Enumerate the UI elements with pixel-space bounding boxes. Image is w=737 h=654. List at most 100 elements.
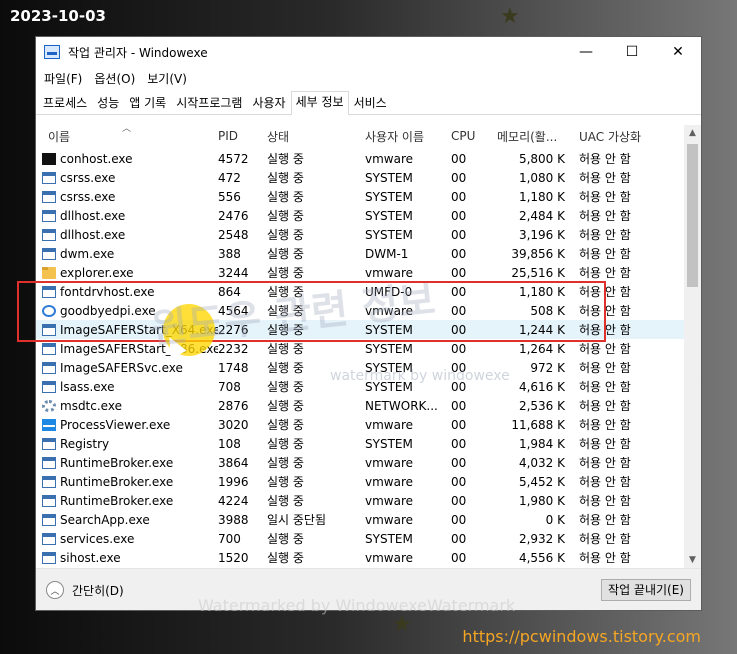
uac-cell: 허용 안 함: [579, 171, 631, 185]
tab-services[interactable]: 서비스: [349, 92, 392, 114]
uac-cell: 허용 안 함: [579, 228, 631, 242]
table-row[interactable]: RuntimeBroker.exe 4224 실행 중 vmware 00 1,980 K…: [36, 491, 684, 510]
table-row[interactable]: ImageSAFERSvc.exe 1748 실행 중 SYSTEM 00 972 K 허용…: [36, 358, 684, 377]
user-cell: SYSTEM: [365, 170, 413, 185]
column-header-cpu[interactable]: CPU: [451, 129, 491, 143]
process-name-cell: RuntimeBroker.exe: [36, 494, 218, 508]
table-row[interactable]: SearchApp.exe 3988 일시 중단됨 vmware 00 0 K 허용 안 함: [36, 510, 684, 529]
status-cell: 실행 중: [267, 228, 304, 242]
close-button[interactable]: ✕: [655, 37, 701, 67]
menu-options[interactable]: 옵션(O): [88, 70, 141, 87]
uac-cell: 허용 안 함: [579, 513, 631, 527]
table-row[interactable]: dwm.exe 388 실행 중 DWM-1 00 39,856 K 허용 안 함: [36, 244, 684, 263]
process-name-cell: fontdrvhost.exe: [36, 285, 218, 299]
table-row[interactable]: services.exe 700 실행 중 SYSTEM 00 2,932 K 허용 안 함: [36, 529, 684, 548]
table-row[interactable]: csrss.exe 556 실행 중 SYSTEM 00 1,180 K 허용 안 함: [36, 187, 684, 206]
memory-cell: 508 K: [530, 303, 565, 318]
tab-app-history[interactable]: 앱 기록: [124, 92, 171, 114]
status-cell: 실행 중: [267, 399, 304, 413]
user-cell: SYSTEM: [365, 189, 413, 204]
menu-view[interactable]: 보기(V): [141, 70, 193, 87]
memory-cell: 2,536 K: [518, 398, 565, 413]
status-cell: 실행 중: [267, 171, 304, 185]
tab-startup[interactable]: 시작프로그램: [171, 92, 247, 114]
table-row[interactable]: fontdrvhost.exe 864 실행 중 UMFD-0 00 1,180 K 허용 …: [36, 282, 684, 301]
menu-file[interactable]: 파일(F): [38, 70, 88, 87]
site-url: https://pcwindows.tistory.com: [462, 627, 701, 646]
tab-performance[interactable]: 성능: [92, 92, 124, 114]
table-row[interactable]: dllhost.exe 2548 실행 중 SYSTEM 00 3,196 K 허용 안 함: [36, 225, 684, 244]
tab-details[interactable]: 세부 정보: [290, 91, 349, 115]
uac-cell: 허용 안 함: [579, 456, 631, 470]
column-header-user[interactable]: 사용자 이름: [365, 128, 451, 145]
table-row[interactable]: RuntimeBroker.exe 1996 실행 중 vmware 00 5,452 K…: [36, 472, 684, 491]
scroll-thumb[interactable]: [687, 144, 698, 287]
table-row[interactable]: csrss.exe 472 실행 중 SYSTEM 00 1,080 K 허용 안 함: [36, 168, 684, 187]
pid-cell: 4572: [218, 151, 249, 166]
cpu-cell: 00: [451, 303, 467, 318]
process-name-cell: csrss.exe: [36, 190, 218, 204]
end-task-button[interactable]: 작업 끝내기(E): [601, 579, 691, 601]
pid-cell: 1520: [218, 550, 249, 565]
table-row[interactable]: ProcessViewer.exe 3020 실행 중 vmware 00 11,688 …: [36, 415, 684, 434]
tab-processes[interactable]: 프로세스: [38, 92, 92, 114]
maximize-button[interactable]: ☐: [609, 37, 655, 67]
scroll-down-icon[interactable]: ▼: [684, 552, 701, 569]
table-row[interactable]: conhost.exe 4572 실행 중 vmware 00 5,800 K 허용 안 함: [36, 149, 684, 168]
table-row[interactable]: sihost.exe 1520 실행 중 vmware 00 4,556 K 허용 안 함: [36, 548, 684, 567]
pid-cell: 2476: [218, 208, 249, 223]
tab-strip: 프로세스 성능 앱 기록 시작프로그램 사용자 세부 정보 서비스: [36, 89, 701, 115]
user-cell: SYSTEM: [365, 208, 413, 223]
table-row[interactable]: msdtc.exe 2876 실행 중 NETWORK... 00 2,536 K 허용 안…: [36, 396, 684, 415]
title-bar[interactable]: 작업 관리자 - Windowexe — ☐ ✕: [36, 37, 701, 67]
process-name-cell: lsass.exe: [36, 380, 218, 394]
process-name-cell: SearchApp.exe: [36, 513, 218, 527]
process-name-cell: explorer.exe: [36, 266, 218, 280]
table-row[interactable]: Registry 108 실행 중 SYSTEM 00 1,984 K 허용 안 함: [36, 434, 684, 453]
pid-cell: 1996: [218, 474, 249, 489]
pid-cell: 556: [218, 189, 241, 204]
column-header-uac[interactable]: UAC 가상화: [567, 128, 657, 145]
table-row[interactable]: dllhost.exe 2476 실행 중 SYSTEM 00 2,484 K 허용 안 함: [36, 206, 684, 225]
minimize-button[interactable]: —: [563, 37, 609, 67]
fewer-details-toggle[interactable]: ︿ 간단히(D): [46, 581, 124, 599]
status-cell: 실행 중: [267, 475, 304, 489]
table-row[interactable]: RuntimeBroker.exe 3864 실행 중 vmware 00 4,032 K…: [36, 453, 684, 472]
table-row[interactable]: ImageSAFERStart_X64.exe 2276 실행 중 SYSTEM 00 1…: [36, 320, 684, 339]
process-name: sihost.exe: [60, 550, 121, 565]
window-icon: [42, 228, 56, 241]
table-row[interactable]: lsass.exe 708 실행 중 SYSTEM 00 4,616 K 허용 안 함: [36, 377, 684, 396]
process-name-cell: sihost.exe: [36, 551, 218, 565]
scroll-up-icon[interactable]: ▲: [684, 125, 701, 142]
table-row[interactable]: explorer.exe 3244 실행 중 vmware 00 25,516 K 허용 안…: [36, 263, 684, 282]
cpu-cell: 00: [451, 398, 467, 413]
pid-cell: 3988: [218, 512, 249, 527]
table-row[interactable]: goodbyedpi.exe 4564 실행 중 vmware 00 508 K 허용 안 …: [36, 301, 684, 320]
star-decoration: ★: [392, 612, 412, 637]
process-name: dwm.exe: [60, 246, 115, 261]
pid-cell: 4224: [218, 493, 249, 508]
column-header-status[interactable]: 상태: [267, 128, 365, 145]
fewer-details-label: 간단히(D): [72, 583, 124, 598]
tab-users[interactable]: 사용자: [247, 92, 290, 114]
vertical-scrollbar[interactable]: ▲ ▼: [684, 125, 701, 569]
user-cell: vmware: [365, 474, 414, 489]
cpu-cell: 00: [451, 531, 467, 546]
task-manager-icon: [44, 45, 60, 59]
pid-cell: 108: [218, 436, 241, 451]
process-name: dllhost.exe: [60, 208, 126, 223]
uac-cell: 허용 안 함: [579, 475, 631, 489]
footer-bar: ︿ 간단히(D) 작업 끝내기(E): [36, 568, 701, 610]
spinner-icon: [42, 304, 56, 317]
user-cell: NETWORK...: [365, 398, 438, 413]
table-row[interactable]: ImageSAFERStart_X86.exe 2232 실행 중 SYSTEM 00 1…: [36, 339, 684, 358]
process-name: RuntimeBroker.exe: [60, 474, 174, 489]
column-header-name[interactable]: 이름: [36, 128, 218, 145]
column-header-pid[interactable]: PID: [218, 129, 267, 143]
folder-icon: [42, 266, 56, 279]
cpu-cell: 00: [451, 417, 467, 432]
process-name-cell: Registry: [36, 437, 218, 451]
column-header-memory[interactable]: 메모리(활...: [491, 128, 567, 145]
status-cell: 실행 중: [267, 209, 304, 223]
memory-cell: 5,800 K: [518, 151, 565, 166]
